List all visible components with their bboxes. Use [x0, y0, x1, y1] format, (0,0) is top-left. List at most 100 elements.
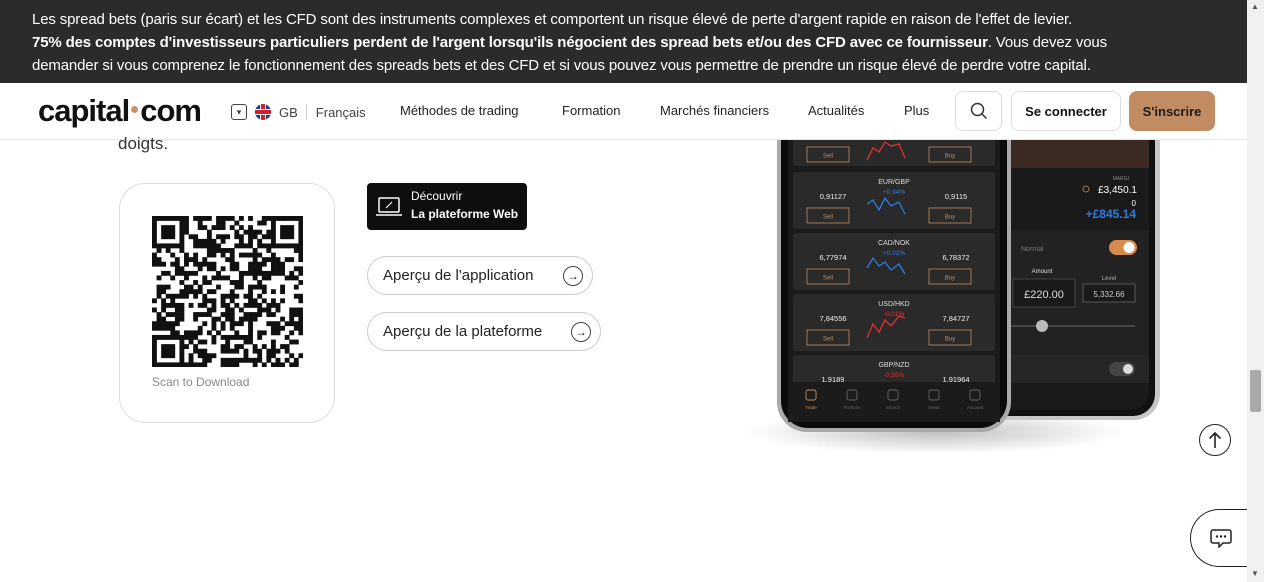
signup-button[interactable]: S'inscrire	[1129, 91, 1215, 131]
search-button[interactable]	[955, 91, 1002, 131]
qr-module	[298, 298, 303, 304]
qr-module	[257, 293, 263, 299]
qr-module	[248, 238, 253, 244]
qr-module	[161, 243, 167, 249]
page-scrollbar[interactable]: ▲ ▼	[1247, 0, 1264, 582]
qr-module	[289, 275, 295, 281]
qr-module	[202, 257, 208, 263]
qr-module	[179, 353, 185, 359]
qr-module	[206, 243, 212, 249]
scrollbar-thumb[interactable]	[1250, 370, 1261, 412]
qr-module	[211, 321, 217, 327]
qr-module	[229, 348, 235, 354]
qr-module	[188, 362, 194, 367]
nav-education[interactable]: Formation	[562, 103, 621, 118]
nav-markets[interactable]: Marchés financiers	[660, 103, 769, 118]
qr-module	[234, 293, 240, 299]
qr-module	[170, 293, 176, 299]
qr-module	[165, 334, 171, 340]
qr-module	[257, 252, 263, 258]
qr-module	[238, 344, 244, 349]
sell-label: Sell	[823, 337, 833, 343]
sell-label: Sell	[823, 276, 833, 282]
qr-module	[161, 321, 167, 327]
qr-module	[165, 234, 171, 240]
platform-preview-button[interactable]: Aperçu de la plateforme →	[367, 312, 601, 351]
qr-module	[261, 284, 267, 290]
qr-module	[161, 234, 167, 240]
qr-module	[152, 325, 157, 331]
qr-module	[238, 316, 244, 322]
qr-module	[216, 234, 221, 240]
qr-module	[179, 238, 185, 244]
qr-module	[293, 248, 299, 253]
quote-row[interactable]: USD/HKD-0,01%7,84556 7,84727Sell Buy	[793, 294, 995, 351]
qr-module	[193, 270, 199, 276]
qr-module	[152, 298, 157, 304]
nav-trading-methods[interactable]: Méthodes de trading	[400, 103, 519, 118]
qr-module	[234, 234, 240, 240]
qr-module	[152, 229, 157, 235]
qr-module	[174, 261, 180, 267]
qr-module	[184, 252, 189, 258]
qr-module	[257, 307, 263, 313]
qr-module	[298, 330, 303, 336]
qr-module	[248, 234, 253, 240]
language-selector[interactable]: ▾ GB Français	[231, 102, 366, 122]
qr-module	[225, 302, 231, 308]
qr-module	[248, 316, 253, 322]
web-platform-button[interactable]: Découvrir La plateforme Web	[367, 183, 527, 230]
login-button[interactable]: Se connecter	[1011, 91, 1121, 131]
qr-module	[238, 307, 244, 313]
qr-module	[234, 321, 240, 327]
qr-module	[252, 252, 258, 258]
quote-row[interactable]: EUR/GBP +0,94% 0,91127 0,9115 Sell Buy	[793, 172, 995, 229]
qr-module	[165, 293, 171, 299]
qr-module	[229, 248, 235, 253]
qr-module	[220, 216, 226, 221]
qr-module	[289, 257, 295, 263]
amount-label: Amount	[1032, 269, 1053, 275]
qr-module	[170, 225, 176, 231]
qr-module	[289, 225, 295, 231]
qr-module	[220, 344, 226, 349]
qr-module	[197, 339, 203, 345]
nav-news[interactable]: Actualités	[808, 103, 864, 118]
qr-module	[266, 321, 272, 327]
qr-module	[280, 284, 285, 290]
qr-module	[179, 248, 185, 253]
qr-module	[220, 225, 226, 231]
qr-module	[188, 284, 194, 290]
qr-module	[275, 261, 281, 267]
qr-module	[179, 339, 185, 345]
chat-button[interactable]	[1190, 509, 1250, 567]
qr-module	[248, 270, 253, 276]
qr-module	[252, 257, 258, 263]
qr-module	[211, 339, 217, 345]
phone-mockups: MARGI £3,450.1 0 +£845.14 Normal Amount …	[745, 140, 1160, 454]
scroll-down-arrow-icon[interactable]: ▼	[1251, 569, 1259, 578]
qr-module	[184, 257, 189, 263]
qr-module	[280, 243, 285, 249]
capital-com-logo[interactable]: capital com	[38, 93, 202, 129]
scroll-up-arrow-icon[interactable]: ▲	[1251, 2, 1259, 11]
qr-module	[298, 216, 303, 221]
quote-row[interactable]: CAD/NOK +0,02% 6,77974 6,78372 Sell Buy	[793, 233, 995, 290]
qr-module	[184, 334, 189, 340]
qr-module	[238, 275, 244, 281]
qr-module	[248, 216, 253, 221]
scroll-to-top-button[interactable]	[1199, 424, 1231, 456]
qr-module	[170, 321, 176, 327]
qr-module	[261, 234, 267, 240]
qr-module	[170, 234, 176, 240]
qr-module	[289, 316, 295, 322]
nav-more[interactable]: Plus	[904, 103, 929, 118]
qr-module	[193, 238, 199, 244]
app-preview-button[interactable]: Aperçu de l'application →	[367, 256, 593, 295]
sell-price: 7,84556	[819, 314, 846, 323]
qr-module	[238, 243, 244, 249]
qr-module	[211, 334, 217, 340]
qr-module	[234, 362, 240, 367]
qr-module	[238, 284, 244, 290]
sell-price: 6,77974	[819, 253, 846, 262]
